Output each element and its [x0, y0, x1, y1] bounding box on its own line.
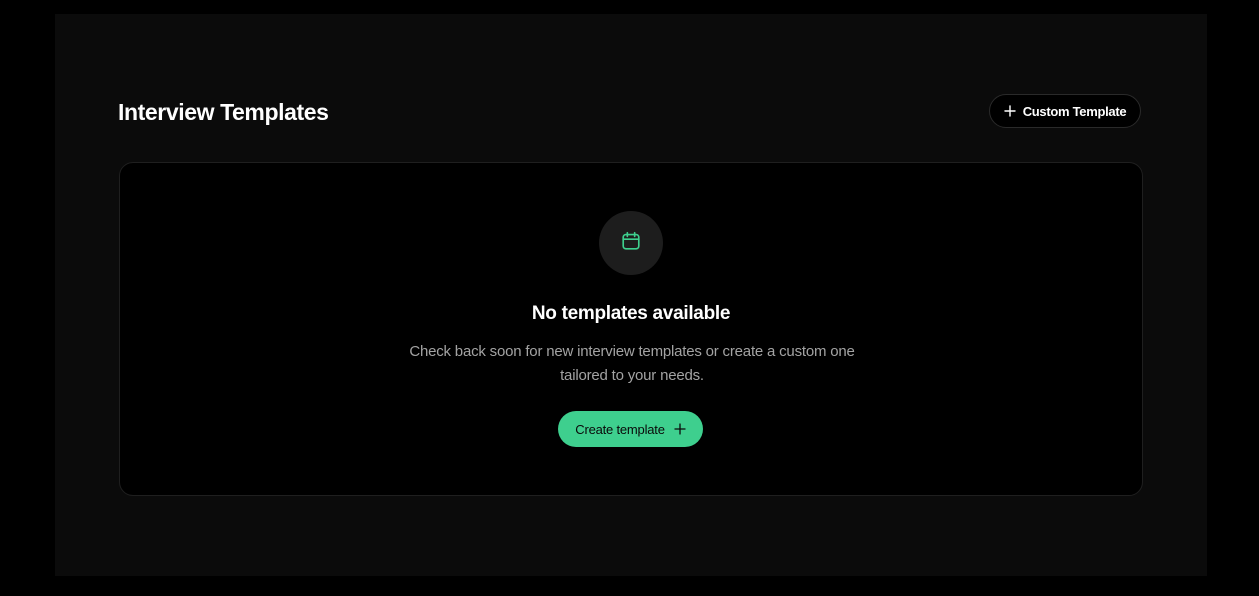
create-template-button[interactable]: Create template	[558, 411, 703, 447]
custom-template-label: Custom Template	[1022, 103, 1127, 119]
empty-state-icon-badge	[599, 211, 663, 275]
calendar-icon	[620, 230, 642, 257]
page-title: Interview Templates	[118, 99, 329, 125]
plus-icon	[674, 423, 686, 435]
empty-state-title: No templates available	[531, 303, 731, 324]
templates-page: Interview Templates Custom Template No t…	[55, 14, 1207, 576]
create-template-label: Create template	[575, 421, 665, 437]
custom-template-button[interactable]: Custom Template	[989, 94, 1141, 128]
plus-icon	[1003, 105, 1016, 117]
empty-state-description: Check back soon for new interview templa…	[409, 343, 855, 384]
empty-state-card: No templates available Check back soon f…	[119, 162, 1143, 496]
